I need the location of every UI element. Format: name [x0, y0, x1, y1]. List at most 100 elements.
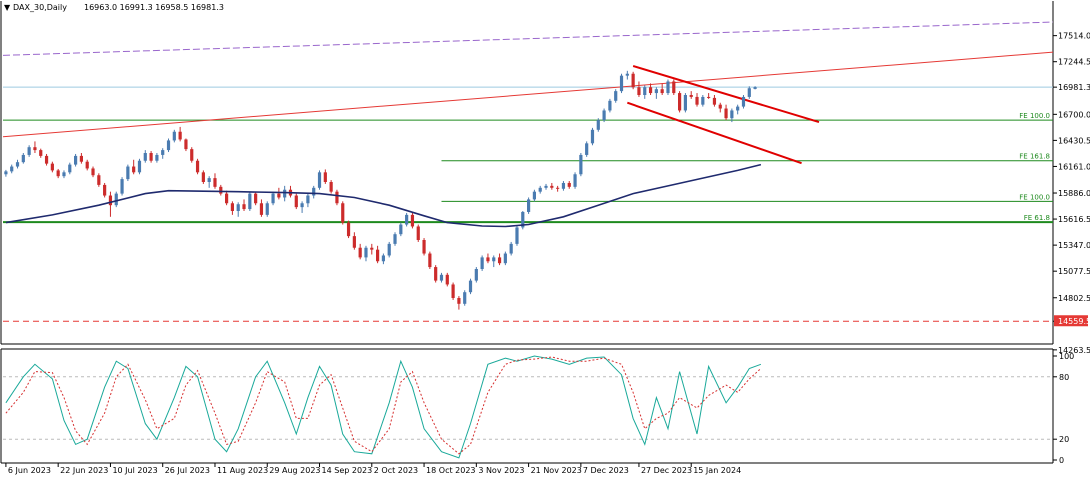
price-tick-label: 15347.0 — [1058, 241, 1090, 250]
candle-body — [602, 110, 606, 121]
date-tick-label: 26 Jul 2023 — [165, 466, 210, 475]
candle-body — [15, 162, 20, 167]
candle-body — [666, 81, 670, 94]
price-tick-label: 16430.5 — [1058, 136, 1090, 145]
candle-body — [190, 149, 194, 161]
candle-body — [660, 89, 664, 94]
candle-body — [254, 193, 258, 204]
candle-body — [445, 274, 449, 285]
candle-body — [405, 214, 409, 225]
price-tick-label: 15616.5 — [1058, 215, 1090, 224]
candle-body — [44, 155, 49, 164]
candle-body — [4, 171, 8, 175]
candle-body — [515, 227, 519, 244]
stoch-tick-label: 100 — [1059, 352, 1074, 361]
candle-body — [585, 143, 589, 155]
candle-body — [230, 203, 235, 211]
candle-body — [480, 257, 484, 269]
candle-body — [207, 178, 211, 182]
candle-body — [120, 179, 124, 194]
candle-body — [149, 153, 153, 161]
candle-body — [265, 203, 269, 215]
date-tick-label: 18 Oct 2023 — [426, 466, 475, 475]
date-tick-label: 10 Jul 2023 — [112, 466, 157, 475]
price-tick-label: 15886.0 — [1058, 189, 1090, 198]
candle-body — [39, 150, 43, 156]
candle-body — [497, 257, 502, 264]
symbol-label: DAX_30,Daily — [13, 3, 67, 12]
candle-body — [184, 139, 188, 150]
candle-body — [271, 193, 275, 204]
chart-header: ▼ DAX_30,Daily 16963.0 16991.3 16958.5 1… — [4, 3, 224, 12]
candle-body — [381, 255, 386, 262]
candle-body — [643, 87, 647, 95]
candle-body — [556, 187, 560, 189]
candle-body — [526, 199, 531, 212]
ohlc-readout: 16963.0 16991.3 16958.5 16981.3 — [84, 3, 224, 12]
candle-body — [108, 195, 113, 206]
candle-body — [27, 147, 31, 155]
date-tick-label: 22 Jun 2023 — [60, 466, 108, 475]
candle-body — [695, 96, 699, 105]
chart-menu-icon[interactable]: ▼ — [4, 3, 11, 12]
candle-body — [195, 160, 200, 173]
candle-body — [219, 186, 223, 194]
candle-body — [753, 87, 757, 89]
candle-body — [736, 106, 740, 111]
candle-body — [79, 155, 84, 162]
date-tick-label: 6 Jun 2023 — [8, 466, 51, 475]
candle-body — [387, 243, 391, 256]
candle-body — [637, 87, 641, 95]
price-tick-label: 17514.0 — [1058, 32, 1090, 41]
stoch-tick-label: 0 — [1059, 456, 1064, 465]
price-tick-label: 16161.0 — [1058, 162, 1090, 171]
candle-body — [503, 253, 507, 264]
price-tick-label: 14559.5 — [1058, 317, 1090, 326]
candle-body — [422, 240, 426, 254]
candle-body — [747, 88, 751, 97]
candle-body — [619, 75, 624, 92]
candle-body — [509, 243, 513, 254]
candle-body — [375, 249, 380, 262]
candle-body — [631, 73, 635, 88]
candle-body — [474, 269, 478, 281]
candle-body — [439, 274, 444, 281]
candle-body — [701, 96, 705, 105]
candle-body — [50, 163, 54, 171]
stoch-tick-label: 20 — [1059, 435, 1069, 444]
candle-body — [370, 247, 374, 250]
candle-body — [567, 182, 571, 187]
candle-body — [608, 100, 612, 111]
candle-body — [341, 203, 345, 223]
date-tick-label: 29 Aug 2023 — [269, 466, 320, 475]
fib-level-label: FE 100.0 — [1019, 112, 1050, 120]
candle-body — [33, 147, 37, 151]
price-tick-label: 16981.3 — [1058, 83, 1090, 92]
fib-level-label: FE 100.0 — [1019, 193, 1050, 201]
candle-body — [73, 155, 78, 165]
price-tick-label: 15077.5 — [1058, 267, 1090, 276]
candle-body — [689, 95, 693, 97]
candle-body — [317, 172, 322, 188]
candle-body — [213, 178, 217, 187]
date-tick-label: 15 Jan 2024 — [693, 466, 741, 475]
candle-body — [294, 195, 298, 208]
candle-body — [550, 185, 554, 188]
candle-body — [724, 108, 728, 119]
candle-body — [56, 170, 60, 177]
candle-body — [91, 168, 95, 176]
candle-body — [10, 166, 14, 172]
candle-body — [248, 193, 252, 210]
candle-body — [463, 292, 467, 304]
candle-body — [68, 164, 72, 173]
candle-body — [544, 185, 548, 188]
candle-body — [707, 96, 711, 98]
price-chart[interactable]: FE 100.0 FE 161.8 FE 100.0 FE 61.8 17514.0 1… — [0, 0, 1090, 478]
candle-body — [143, 153, 147, 161]
candle-body — [201, 172, 205, 182]
candle-body — [410, 214, 415, 227]
candle-body — [590, 129, 595, 144]
candle-body — [468, 280, 473, 293]
candle-body — [538, 187, 542, 192]
date-tick-label: 3 Nov 2023 — [478, 466, 524, 475]
